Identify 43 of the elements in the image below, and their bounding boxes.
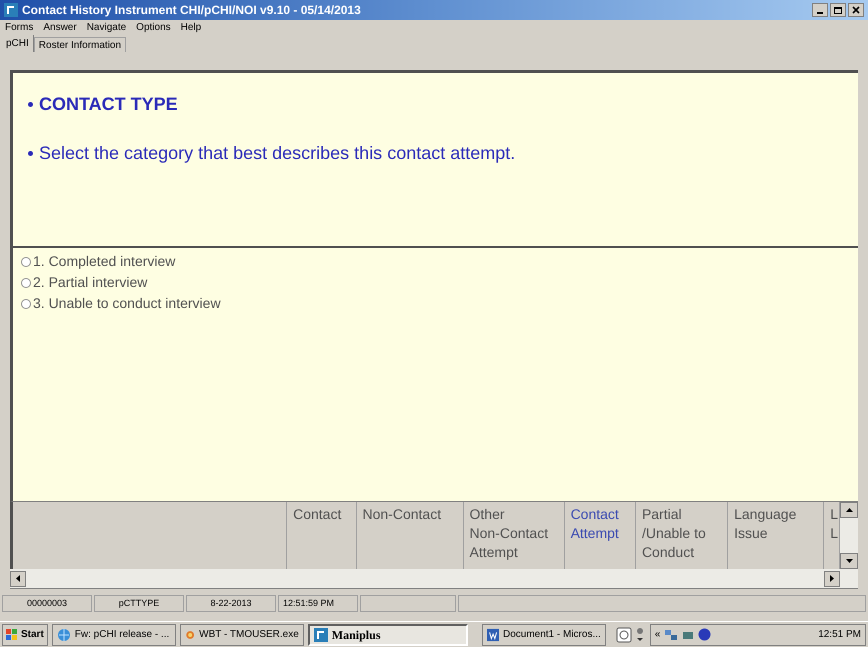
restore-button[interactable]	[830, 3, 846, 17]
status-cell: 00000003	[2, 595, 92, 612]
radio-button[interactable]	[21, 256, 31, 266]
radio-option[interactable]: 2. Partial interview	[21, 272, 850, 293]
radio-button[interactable]	[21, 298, 31, 308]
menu-item[interactable]: Help	[180, 20, 202, 34]
app-icon	[314, 628, 328, 642]
close-icon	[852, 6, 860, 14]
taskbar-button[interactable]: Fw: pCHI release - ...	[52, 624, 176, 646]
right-arrow-icon	[830, 575, 834, 582]
tray-expand-button[interactable]: «	[654, 627, 660, 642]
status-cell: 8-22-2013	[186, 595, 276, 612]
menu-item[interactable]: Navigate	[86, 20, 126, 34]
minimize-button[interactable]	[812, 3, 828, 17]
left-arrow-icon	[16, 575, 20, 582]
horizontal-scrollbar[interactable]	[10, 569, 858, 589]
question-heading: CONTACT TYPE	[28, 91, 843, 118]
menu-item[interactable]: Options	[136, 20, 171, 34]
taskbar-button[interactable]: Maniplus	[308, 624, 468, 646]
menu-item[interactable]: Forms	[5, 20, 34, 34]
bullet-icon	[28, 151, 33, 156]
status-cell: 12:51:59 PM	[278, 595, 358, 612]
menu-item[interactable]: Answer	[43, 20, 77, 34]
windows-logo-icon	[6, 628, 18, 640]
bullet-icon	[28, 102, 33, 107]
question-text: Select the category that best describes this contact attempt.	[28, 140, 843, 167]
radio-button[interactable]	[21, 278, 31, 288]
radio-option[interactable]: 3. Unable to conduct interview	[21, 293, 850, 314]
up-arrow-icon	[846, 508, 853, 512]
clock: 12:51 PM	[818, 628, 861, 642]
down-arrow-icon	[846, 559, 853, 563]
app-icon	[4, 3, 18, 17]
close-button[interactable]	[848, 3, 864, 17]
taskbar-button[interactable]: Document1 - Micros...	[482, 624, 606, 646]
window-title: Contact History Instrument CHI/pCHI/NOI v9.10 - 05/14/2013	[22, 2, 361, 19]
start-button[interactable]: Start	[2, 624, 48, 646]
help-icon[interactable]	[616, 626, 632, 642]
status-cell: pCTTYPE	[94, 595, 184, 612]
taskbar-button[interactable]: WBT - TMOUSER.exe	[180, 624, 304, 646]
tab[interactable]: Roster Information	[34, 37, 126, 52]
vertical-scrollbar[interactable]	[840, 502, 858, 569]
document-icon	[486, 628, 499, 642]
radio-option[interactable]: 1. Completed interview	[21, 251, 850, 272]
